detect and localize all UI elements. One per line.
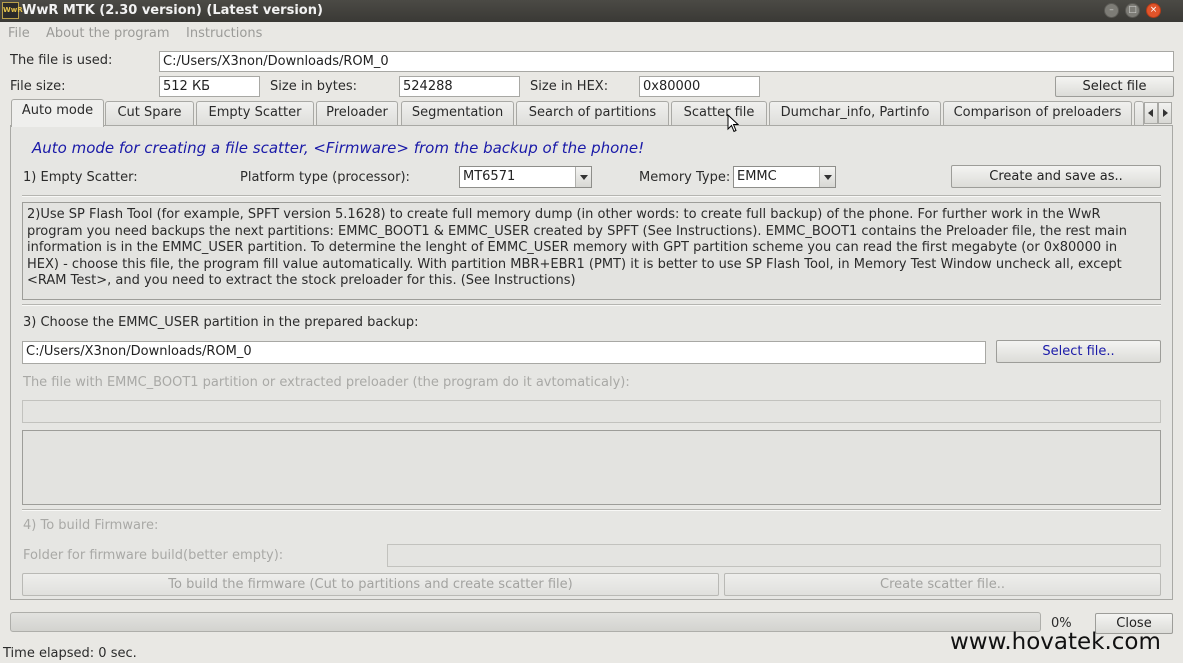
mouse-cursor-icon bbox=[727, 114, 739, 133]
select-emmc-file-button[interactable]: Select file.. bbox=[996, 340, 1161, 363]
platform-type-value: MT6571 bbox=[463, 169, 516, 184]
tab-auto-mode[interactable]: Auto mode bbox=[11, 99, 104, 127]
tab-search-partitions[interactable]: Search of partitions bbox=[516, 101, 669, 125]
instructions-line: <RAM Test>, and you need to extract the … bbox=[27, 273, 576, 288]
build-firmware-button[interactable]: To build the firmware (Cut to partitions… bbox=[22, 573, 719, 596]
file-size-label: File size: bbox=[10, 79, 66, 94]
tab-scroll-right-icon[interactable] bbox=[1158, 102, 1172, 124]
firmware-folder-field[interactable] bbox=[387, 544, 1161, 567]
divider bbox=[22, 195, 1161, 197]
instructions-text: 2)Use SP Flash Tool (for example, SPFT v… bbox=[27, 207, 1157, 290]
tab-cut-spare[interactable]: Cut Spare bbox=[105, 101, 194, 125]
close-window-button[interactable]: × bbox=[1146, 3, 1161, 18]
instructions-line: program you need backups the next partit… bbox=[27, 223, 1127, 239]
title-bar: WwR WwR MTK (2.30 version) (Latest versi… bbox=[0, 0, 1183, 22]
tab-empty-scatter[interactable]: Empty Scatter bbox=[196, 101, 314, 125]
boot1-label: The file with EMMC_BOOT1 partition or ex… bbox=[23, 375, 630, 390]
tab-dumchar-info[interactable]: Dumchar_info, Partinfo bbox=[769, 101, 941, 125]
time-elapsed: Time elapsed: 0 sec. bbox=[3, 646, 137, 661]
bytes-size-label: Size in bytes: bbox=[270, 79, 357, 94]
bytes-size-field[interactable]: 524288 bbox=[399, 76, 520, 97]
auto-mode-heading: Auto mode for creating a file scatter, <… bbox=[32, 139, 645, 157]
tab-scatter-file[interactable]: Scatter file bbox=[671, 101, 767, 125]
divider bbox=[22, 304, 1161, 306]
chevron-down-icon bbox=[819, 167, 835, 187]
tab-scroll-left-icon[interactable] bbox=[1144, 102, 1158, 124]
step3-label: 3) Choose the EMMC_USER partition in the… bbox=[23, 315, 419, 330]
create-and-save-button[interactable]: Create and save as.. bbox=[951, 165, 1161, 188]
progress-bar bbox=[10, 612, 1041, 632]
select-file-button[interactable]: Select file bbox=[1055, 76, 1174, 97]
step1-label: 1) Empty Scatter: bbox=[23, 170, 138, 185]
memory-type-label: Memory Type: bbox=[639, 170, 731, 185]
instructions-line: information is in the EMMC_USER partitio… bbox=[27, 240, 1118, 255]
instructions-line: HEX) - choose this file, the program fil… bbox=[27, 256, 1122, 272]
menu-about[interactable]: About the program bbox=[46, 26, 170, 41]
app-logo-icon: WwR bbox=[2, 2, 23, 19]
file-size-field[interactable]: 512 КБ bbox=[159, 76, 260, 97]
memory-type-select[interactable]: EMMC bbox=[733, 166, 836, 188]
platform-type-label: Platform type (processor): bbox=[240, 170, 410, 185]
create-scatter-button[interactable]: Create scatter file.. bbox=[724, 573, 1161, 596]
log-area[interactable] bbox=[22, 430, 1161, 505]
tab-comparison-preloaders[interactable]: Comparison of preloaders bbox=[943, 101, 1132, 125]
hex-size-label: Size in HEX: bbox=[530, 79, 609, 94]
tab-preloader[interactable]: Preloader bbox=[316, 101, 398, 125]
platform-type-select[interactable]: MT6571 bbox=[459, 166, 592, 188]
instructions-line: 2)Use SP Flash Tool (for example, SPFT v… bbox=[27, 207, 1101, 222]
window-title: WwR MTK (2.30 version) (Latest version) bbox=[22, 3, 323, 18]
boot1-path-field[interactable] bbox=[22, 400, 1161, 423]
tab-overflow bbox=[1134, 101, 1144, 125]
chevron-down-icon bbox=[575, 167, 591, 187]
menu-bar: File About the program Instructions bbox=[0, 22, 1183, 44]
file-used-field[interactable]: C:/Users/X3non/Downloads/ROM_0 bbox=[159, 51, 1174, 72]
step4-label: 4) To build Firmware: bbox=[23, 518, 159, 533]
maximize-button[interactable]: □ bbox=[1125, 3, 1140, 18]
menu-file[interactable]: File bbox=[8, 26, 30, 41]
minimize-button[interactable]: – bbox=[1104, 3, 1119, 18]
tab-segmentation[interactable]: Segmentation bbox=[401, 101, 514, 125]
divider bbox=[22, 509, 1161, 511]
menu-instructions[interactable]: Instructions bbox=[186, 26, 262, 41]
file-used-label: The file is used: bbox=[10, 53, 113, 68]
hex-size-field[interactable]: 0x80000 bbox=[639, 76, 760, 97]
memory-type-value: EMMC bbox=[737, 169, 777, 184]
emmc-user-path-field[interactable]: C:/Users/X3non/Downloads/ROM_0 bbox=[22, 341, 986, 364]
firmware-folder-label: Folder for firmware build(better empty): bbox=[23, 548, 284, 563]
watermark: www.hovatek.com bbox=[950, 629, 1161, 655]
